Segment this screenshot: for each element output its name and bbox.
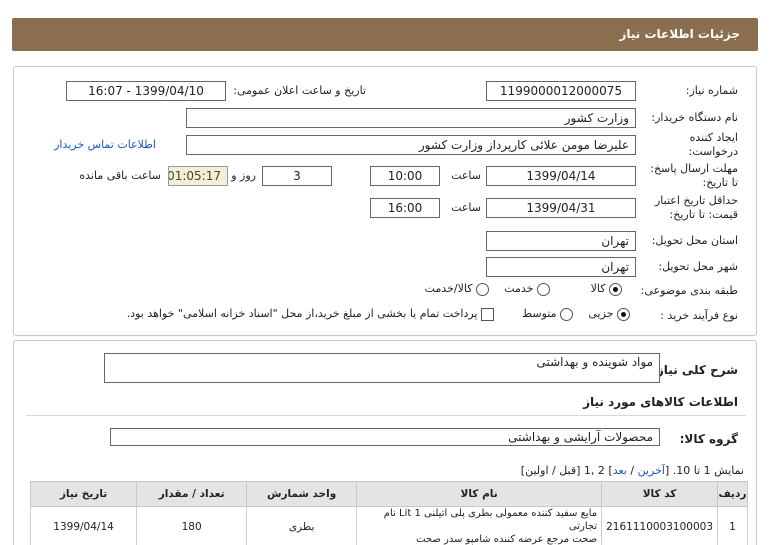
requester-label-2: درخواست: [688, 145, 738, 158]
announce-field: 1399/04/10 - 16:07 [66, 81, 226, 101]
cell-name: مایع سفید کننده معمولی بطری پلی اتیلنی 1… [356, 506, 603, 545]
page-title: جزئیات اطلاعات نیاز [619, 27, 740, 41]
validity-time-field: 16:00 [370, 198, 440, 218]
need-number-label: شماره نیاز: [685, 84, 738, 97]
remaining-time-field: 01:05:17 [168, 166, 228, 186]
radio-icon [609, 282, 622, 296]
city-field: تهران [486, 257, 636, 277]
goods-table: ردیف کد کالا نام کالا واحد شمارش تعداد /… [29, 481, 748, 545]
send-time-label: ساعت [451, 169, 481, 182]
radio-icon [560, 307, 573, 321]
days-field: 3 [262, 166, 332, 186]
process-option-medium[interactable]: متوسط [522, 307, 573, 321]
send-deadline-label-1: مهلت ارسال پاسخ: [650, 162, 738, 175]
cell-code: 2161110003100003 [601, 506, 718, 545]
province-label: استان محل تحویل: [651, 234, 738, 247]
category-label: طبقه بندی موضوعی: [640, 284, 738, 297]
page-header: جزئیات اطلاعات نیاز [12, 18, 758, 51]
col-name: نام کالا [356, 481, 603, 507]
need-number-field: 1199000012000075 [486, 81, 636, 101]
goods-info-title: اطلاعات کالاهای مورد نیاز [583, 395, 738, 409]
category-option-goods[interactable]: کالا [591, 282, 622, 296]
days-label: روز و [231, 169, 256, 182]
buyer-org-field: وزارت کشور [186, 108, 636, 128]
treasury-checkbox[interactable] [481, 307, 494, 321]
treasury-text: پرداخت تمام یا بخشی از مبلغ خرید،از محل … [126, 307, 478, 320]
next-page-link[interactable]: بعد [613, 464, 627, 477]
goods-group-field: محصولات آرایشی و بهداشتی [110, 428, 660, 446]
cell-qty: 180 [136, 506, 248, 545]
table-header-row: ردیف کد کالا نام کالا واحد شمارش تعداد /… [29, 481, 748, 507]
validity-label-2: قیمت: تا تاریخ: [669, 208, 738, 221]
validity-label-1: حداقل تاریخ اعتبار [654, 194, 738, 207]
pagination: نمایش 1 تا 10. [آخرین / بعد] 2 ,1 [قبل /… [520, 464, 744, 477]
process-option-minor[interactable]: جزیی [588, 307, 630, 321]
goods-group-label: گروه کالا: [679, 432, 738, 446]
radio-icon [617, 307, 630, 321]
send-date-field: 1399/04/14 [486, 166, 636, 186]
col-code: کد کالا [601, 481, 718, 507]
buyer-org-label: نام دستگاه خریدار: [651, 111, 738, 124]
send-deadline-label-2: تا تاریخ: [702, 176, 738, 189]
col-qty: تعداد / مقدار [136, 481, 248, 507]
table-row[interactable]: 1 2161110003100003 مایع سفید کننده معمول… [29, 506, 748, 545]
requester-field: علیرضا مومن علائی کارپرداز وزارت کشور [186, 135, 636, 155]
col-date: تاریخ نیاز [29, 481, 138, 507]
remaining-label: ساعت باقی مانده [79, 169, 161, 182]
need-details-panel: شرح کلی نیاز: مواد شوینده و بهداشتی اطلا… [13, 340, 757, 545]
buyer-contact-link[interactable]: اطلاعات تماس خریدار [54, 138, 156, 151]
divider [26, 415, 746, 416]
process-label: نوع فرآیند خرید : [660, 309, 738, 322]
requester-label-1: ایجاد کننده [689, 131, 738, 144]
last-page-link[interactable]: آخرین [638, 464, 665, 477]
need-info-panel: شماره نیاز: 1199000012000075 تاریخ و ساع… [13, 66, 757, 336]
cell-unit: بطری [246, 506, 358, 545]
province-field: تهران [486, 231, 636, 251]
radio-icon [537, 282, 550, 296]
send-time-field: 10:00 [370, 166, 440, 186]
treasury-checkbox-row[interactable]: پرداخت تمام یا بخشی از مبلغ خرید،از محل … [127, 307, 494, 321]
announce-label: تاریخ و ساعت اعلان عمومی: [233, 84, 366, 97]
col-row: ردیف [717, 481, 748, 507]
summary-label: شرح کلی نیاز: [652, 363, 738, 377]
category-option-service[interactable]: خدمت [504, 282, 550, 296]
validity-date-field: 1399/04/31 [486, 198, 636, 218]
validity-time-label: ساعت [451, 201, 481, 214]
col-unit: واحد شمارش [246, 481, 358, 507]
city-label: شهر محل تحویل: [658, 260, 738, 273]
cell-date: 1399/04/14 [29, 506, 138, 545]
summary-field: مواد شوینده و بهداشتی [104, 353, 660, 383]
radio-icon [476, 282, 489, 296]
category-option-goods-service[interactable]: کالا/خدمت [425, 282, 489, 296]
cell-row: 1 [717, 506, 748, 545]
